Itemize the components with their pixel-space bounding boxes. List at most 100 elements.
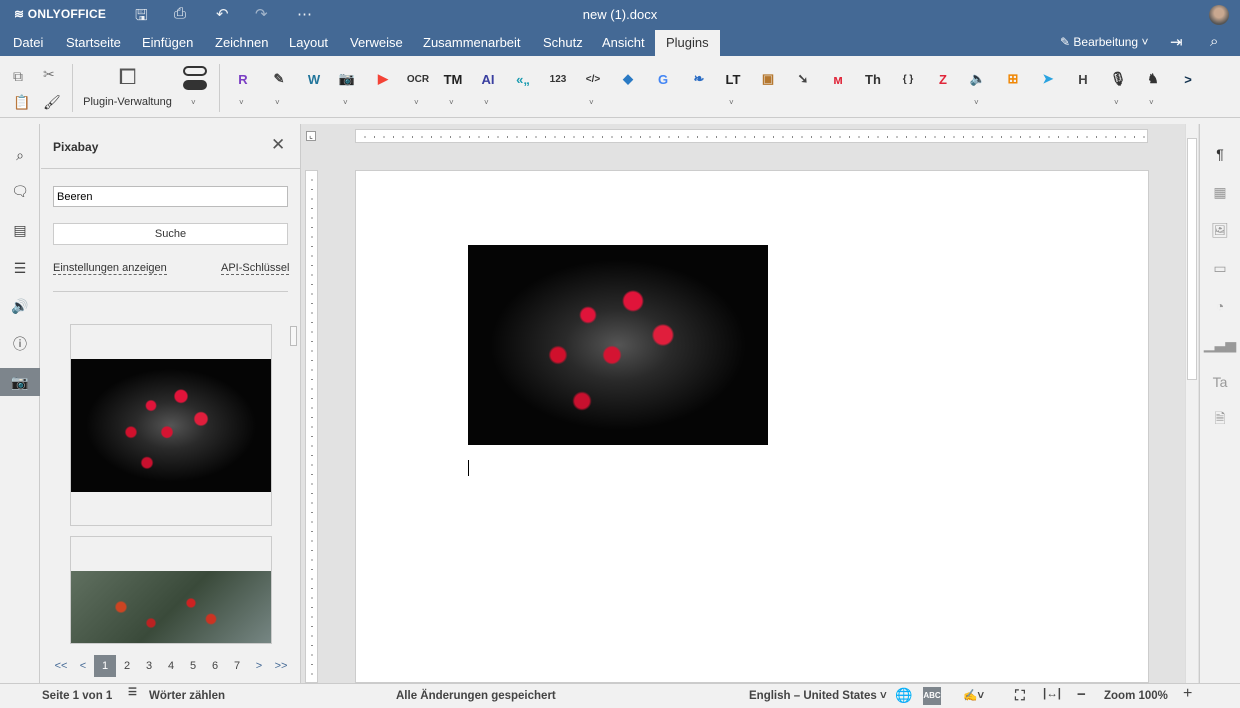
search-icon[interactable]: ⌕ [0,141,40,169]
photo-editor-plugin-icon[interactable]: ✎ [266,66,292,92]
pixabay-plugin-icon[interactable]: 📷 [0,368,40,396]
apertium-plugin-icon[interactable]: ◆ [615,66,641,92]
rainbow-r-plugin-icon[interactable]: R [230,66,256,92]
speaker-icon[interactable]: 🔊 [0,292,40,320]
chevron-down-icon[interactable]: ˅ [343,98,348,107]
chevron-down-icon[interactable]: ˅ [1149,98,1154,107]
youtube-plugin-icon[interactable]: ▶ [370,66,396,92]
spellcheck-icon[interactable]: ABC [923,687,941,705]
menu-tab-schutz[interactable]: Schutz [532,30,594,56]
page-button[interactable]: 7 [226,655,248,677]
show-settings-link[interactable]: Einstellungen anzeigen [53,262,167,275]
page-button[interactable]: 2 [116,655,138,677]
search-icon[interactable]: ⌕ [1210,33,1218,50]
scrollbar-thumb[interactable] [290,326,297,346]
word-count-button[interactable]: Wörter zählen [149,690,225,702]
line-numbers-plugin-icon[interactable]: 123 [545,66,571,92]
textart-settings-icon[interactable]: Ta [1200,368,1240,396]
page-button[interactable]: 4 [160,655,182,677]
horizontal-ruler[interactable] [355,129,1148,143]
globe-icon[interactable]: 🌐 [895,687,912,704]
mail-merge-icon[interactable]: 🗎 [1200,406,1240,434]
close-icon[interactable]: ✕ [271,135,285,155]
search-input[interactable] [53,186,288,207]
info-icon[interactable]: ⓘ [0,330,40,358]
chart-settings-icon[interactable]: ▁▃▅ [1200,330,1240,358]
toggle-on-icon[interactable] [183,80,207,90]
image-result[interactable] [70,536,272,644]
format-painter-icon[interactable]: 🖌 [43,94,61,111]
tab-stop-icon[interactable]: ⌞ [306,131,316,141]
api-key-link[interactable]: API-Schlüssel [221,262,290,275]
chevron-down-icon[interactable]: ˅ [449,98,454,107]
header-footer-icon[interactable]: ▭ [1200,254,1240,282]
languagetool-plugin-icon[interactable]: LT [720,66,746,92]
table-settings-icon[interactable]: ▦ [1200,178,1240,206]
chevron-down-icon[interactable]: ˅ [589,98,594,107]
zoom-in-icon[interactable]: + [1183,685,1192,703]
microphone-plugin-icon[interactable]: 🎙 [1105,66,1131,92]
chevron-down-icon[interactable]: ˅ [974,98,979,107]
track-changes-icon[interactable]: ✍˅ [963,688,984,702]
chess-plugin-icon[interactable]: ♞ [1140,66,1166,92]
html-plugin-icon[interactable]: H [1070,66,1096,92]
menu-tab-datei[interactable]: Datei [2,30,54,56]
box-plugin-icon[interactable]: ▣ [755,66,781,92]
thesaurus-plugin-icon[interactable]: Th [860,66,886,92]
typograf-plugin-icon[interactable]: «„ [510,66,536,92]
chat-icon[interactable]: ▤ [0,216,40,244]
page-indicator[interactable]: Seite 1 von 1 [42,690,112,702]
menu-tab-zusammenarbeit[interactable]: Zusammenarbeit [412,30,532,56]
wordpress-plugin-icon[interactable]: W [301,66,327,92]
zoom-out-icon[interactable]: − [1077,686,1086,703]
zotero-plugin-icon[interactable]: Z [930,66,956,92]
search-button[interactable]: Suche [53,223,288,245]
mendeley-plugin-icon[interactable]: ᴍ [825,66,851,92]
navigation-icon[interactable]: ☰ [0,254,40,282]
google-translate-plugin-icon[interactable]: G [650,66,676,92]
drawio-plugin-icon[interactable]: ⊞ [1000,66,1026,92]
menu-tab-layout[interactable]: Layout [278,30,339,56]
pipe-plugin-icon[interactable]: ➘ [790,66,816,92]
shape-settings-icon[interactable]: ◔ [1200,292,1240,320]
jitsi-plugin-icon[interactable]: > [1175,66,1201,92]
cut-icon[interactable]: ✂ [43,66,55,83]
page-button[interactable]: < [72,655,94,677]
inserted-berries-image[interactable] [468,245,768,445]
telegram-plugin-icon[interactable]: ➤ [1035,66,1061,92]
chevron-down-icon[interactable]: ˅ [484,98,489,107]
page-button[interactable]: 1 [94,655,116,677]
comments-icon[interactable]: 🗨 [0,177,40,205]
code-plugin-icon[interactable]: { } [895,66,921,92]
chevron-down-icon[interactable]: ˅ [729,98,734,107]
fit-page-icon[interactable]: ⛶ [1015,687,1025,704]
macros-sync-plugin-icon[interactable]: </> [580,66,606,92]
ocr-plugin-icon[interactable]: OCR [405,66,431,92]
vertical-scrollbar[interactable] [1185,124,1198,683]
open-location-icon[interactable]: ⇥ [1170,33,1183,51]
deepl-plugin-icon[interactable]: ❧ [686,66,712,92]
page-button[interactable]: > [248,655,270,677]
camera-plugin-icon[interactable]: 📷 [334,66,360,92]
page-button[interactable]: 5 [182,655,204,677]
paragraph-settings-icon[interactable]: ¶ [1200,140,1240,168]
menu-tab-ansicht[interactable]: Ansicht [591,30,656,56]
chevron-down-icon[interactable]: ˅ [239,98,244,107]
page-button[interactable]: << [50,655,72,677]
chevron-down-icon[interactable]: ˅ [414,98,419,107]
vertical-ruler[interactable] [305,170,318,683]
avatar[interactable] [1209,5,1229,25]
chevron-down-icon[interactable]: ˅ [1114,98,1119,107]
translator-tm-plugin-icon[interactable]: TM [440,66,466,92]
zoom-level[interactable]: Zoom 100% [1104,690,1168,702]
edit-mode-dropdown[interactable]: ✎ Bearbeitung ˅ [1060,35,1148,49]
image-settings-icon[interactable]: 🖼 [1200,216,1240,244]
menu-tab-plugins[interactable]: Plugins [655,30,720,56]
fit-width-icon[interactable]: |↔| [1043,688,1061,700]
menu-tab-verweise[interactable]: Verweise [339,30,414,56]
copy-icon[interactable]: ⧉ [13,68,23,85]
menu-tab-einfügen[interactable]: Einfügen [131,30,204,56]
paste-icon[interactable]: 📋 [13,94,30,111]
plugin-manager-button[interactable]: ⧠ Plugin-Verwaltung [80,64,175,108]
image-result[interactable] [70,324,272,526]
